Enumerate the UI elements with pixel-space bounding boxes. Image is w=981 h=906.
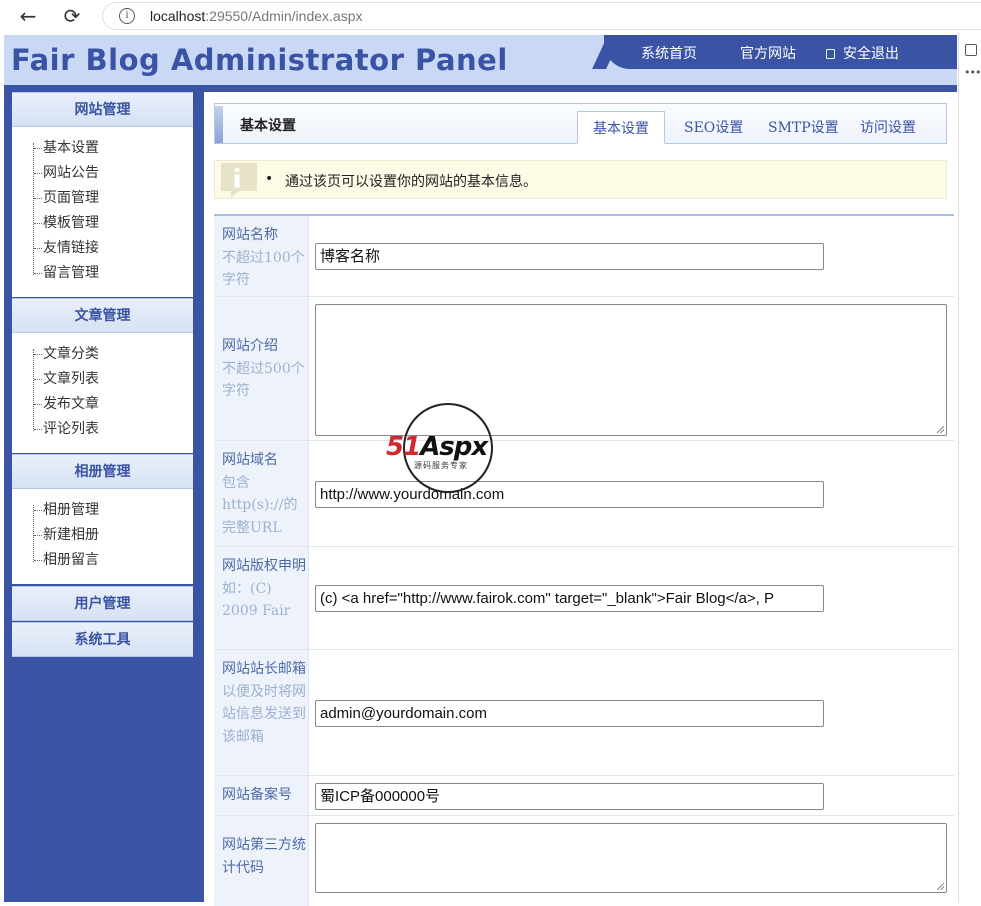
- address-url: localhost:29550/Admin/index.aspx: [150, 8, 363, 24]
- field-label-cell: 网站版权申明 如：(C) 2009 Fair: [214, 547, 309, 649]
- sidebar-group-tools: 系统工具: [12, 622, 193, 657]
- field-label-cell: 网站域名 包含http(s)://的完整URL: [214, 441, 309, 546]
- panel-icon[interactable]: [965, 44, 977, 56]
- header: Fair Blog Administrator Panel 系统首页 官方网站 …: [4, 35, 957, 85]
- admin-email-input[interactable]: admin@yourdomain.com: [315, 700, 824, 727]
- sidebar-list: 基本设置 网站公告 页面管理 模板管理 友情链接 留言管理: [12, 127, 193, 297]
- more-icon[interactable]: •••: [964, 66, 981, 79]
- watermark-brand: 51Aspx: [386, 432, 488, 462]
- page-title: Fair Blog Administrator Panel: [11, 43, 508, 77]
- header-strip: [4, 85, 957, 92]
- sidebar-item-album-messages[interactable]: 相册留言: [34, 549, 193, 574]
- header-nav: 系统首页 官方网站 安全退出: [604, 35, 957, 69]
- sidebar: 网站管理 基本设置 网站公告 页面管理 模板管理 友情链接 留言管理 文章管理 …: [4, 92, 204, 902]
- sidebar-item-pages[interactable]: 页面管理: [34, 187, 193, 212]
- field-label-cell: 网站备案号: [214, 776, 309, 815]
- sidebar-group-title[interactable]: 文章管理: [12, 298, 193, 333]
- form-row-icp: 网站备案号 蜀ICP备000000号: [214, 776, 954, 816]
- sidebar-item-messages[interactable]: 留言管理: [34, 262, 193, 287]
- field-label: 网站版权申明: [222, 558, 306, 574]
- tab-basic[interactable]: 基本设置: [577, 111, 665, 144]
- form-row-admin-email: 网站站长邮箱 以便及时将网站信息发送到该邮箱 admin@yourdomain.…: [214, 650, 954, 776]
- tab-access[interactable]: 访问设置: [845, 111, 931, 144]
- field-hint: 不超过500个字符: [222, 360, 305, 400]
- field-label-cell: 网站站长邮箱 以便及时将网站信息发送到该邮箱: [214, 650, 309, 775]
- sidebar-list: 相册管理 新建相册 相册留言: [12, 489, 193, 584]
- form-row-site-name: 网站名称 不超过100个字符 博客名称: [214, 216, 954, 297]
- nav-official-site-link[interactable]: 官方网站: [740, 43, 796, 63]
- field-hint: 不超过100个字符: [222, 249, 305, 289]
- sidebar-item-announcements[interactable]: 网站公告: [34, 162, 193, 187]
- watermark-logo: 51Aspx 源码服务专家: [384, 402, 514, 496]
- reload-icon[interactable]: ⟳: [60, 4, 84, 28]
- sidebar-item-comments[interactable]: 评论列表: [34, 418, 193, 443]
- address-bar[interactable]: i localhost:29550/Admin/index.aspx: [102, 2, 981, 30]
- browser-toolbar: ← ⟳ i localhost:29550/Admin/index.aspx: [0, 0, 981, 32]
- sidebar-group-title[interactable]: 相册管理: [12, 454, 193, 489]
- sidebar-list: 文章分类 文章列表 发布文章 评论列表: [12, 333, 193, 453]
- field-hint: 以便及时将网站信息发送到该邮箱: [222, 683, 306, 745]
- sidebar-group-title[interactable]: 网站管理: [12, 92, 193, 127]
- analytics-textarea[interactable]: [315, 823, 947, 893]
- sidebar-item-basic-settings[interactable]: 基本设置: [34, 137, 193, 162]
- sidebar-item-article-list[interactable]: 文章列表: [34, 368, 193, 393]
- nav-logout-link[interactable]: 安全退出: [826, 43, 899, 63]
- content-title-bar: 基本设置 基本设置 SEO设置 SMTP设置 访问设置: [214, 103, 947, 144]
- field-label: 网站域名: [222, 452, 278, 468]
- field-hint: 如：(C) 2009 Fair: [222, 580, 291, 620]
- field-label: 网站站长邮箱: [222, 661, 306, 677]
- sidebar-item-categories[interactable]: 文章分类: [34, 343, 193, 368]
- info-icon: [221, 163, 257, 198]
- nav-logout-label: 安全退出: [843, 46, 899, 62]
- field-label: 网站第三方统计代码: [222, 837, 306, 876]
- watermark-tagline: 源码服务专家: [414, 461, 468, 470]
- back-arrow-icon[interactable]: ←: [16, 4, 40, 28]
- field-label-cell: 网站名称 不超过100个字符: [214, 216, 309, 296]
- nav-home-link[interactable]: 系统首页: [641, 43, 697, 63]
- icp-input[interactable]: 蜀ICP备000000号: [315, 783, 824, 810]
- site-name-input[interactable]: 博客名称: [315, 243, 824, 270]
- field-hint: 包含http(s)://的完整URL: [222, 474, 298, 536]
- sidebar-group-site: 网站管理 基本设置 网站公告 页面管理 模板管理 友情链接 留言管理: [12, 92, 193, 297]
- info-icon[interactable]: i: [119, 8, 135, 24]
- field-label-cell: 网站第三方统计代码: [214, 816, 309, 906]
- sidebar-item-new-album[interactable]: 新建相册: [34, 524, 193, 549]
- sidebar-group-title[interactable]: 用户管理: [12, 586, 193, 621]
- form-row-copyright: 网站版权申明 如：(C) 2009 Fair (c) <a href="http…: [214, 547, 954, 650]
- sidebar-item-links[interactable]: 友情链接: [34, 237, 193, 262]
- sidebar-item-album-manage[interactable]: 相册管理: [34, 499, 193, 524]
- form-row-site-domain: 网站域名 包含http(s)://的完整URL http://www.yourd…: [214, 441, 954, 547]
- sidebar-item-templates[interactable]: 模板管理: [34, 212, 193, 237]
- field-label-cell: 网站介绍 不超过500个字符: [214, 297, 309, 440]
- info-tip: 通过该页可以设置你的网站的基本信息。: [214, 160, 947, 199]
- tab-seo[interactable]: SEO设置: [669, 111, 758, 144]
- field-label: 网站介绍: [222, 338, 278, 354]
- sidebar-group-albums: 相册管理 相册管理 新建相册 相册留言: [12, 454, 193, 584]
- side-panel-edge: •••: [958, 32, 981, 902]
- copyright-input[interactable]: (c) <a href="http://www.fairok.com" targ…: [315, 585, 824, 612]
- field-label: 网站名称: [222, 227, 278, 243]
- title-accent: [215, 106, 223, 143]
- sidebar-group-articles: 文章管理 文章分类 文章列表 发布文章 评论列表: [12, 298, 193, 453]
- sidebar-group-users: 用户管理: [12, 586, 193, 621]
- tip-text: 通过该页可以设置你的网站的基本信息。: [265, 171, 537, 191]
- tab-smtp[interactable]: SMTP设置: [753, 111, 854, 144]
- field-label: 网站备案号: [222, 787, 292, 803]
- form-row-analytics: 网站第三方统计代码: [214, 816, 954, 906]
- logout-icon: [826, 49, 835, 59]
- content-title: 基本设置: [240, 118, 296, 134]
- sidebar-group-title[interactable]: 系统工具: [12, 622, 193, 657]
- sidebar-item-publish[interactable]: 发布文章: [34, 393, 193, 418]
- form-row-site-description: 网站介绍 不超过500个字符: [214, 297, 954, 441]
